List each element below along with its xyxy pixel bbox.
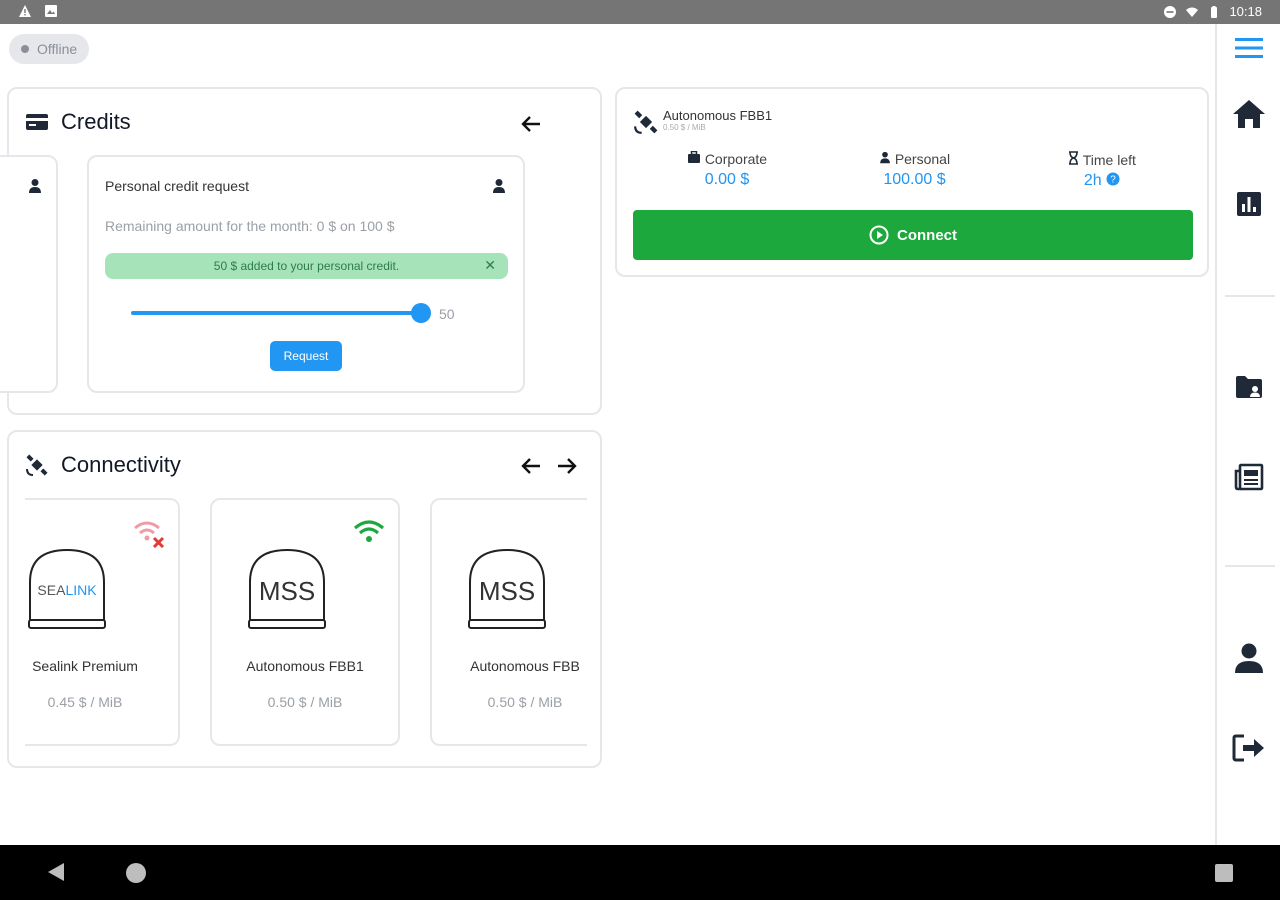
close-alert-icon[interactable]: ✕: [484, 257, 496, 274]
credit-slider-thumb[interactable]: [411, 303, 431, 323]
provider-name: Autonomous FBB1: [246, 658, 364, 674]
folder-user-icon: [1236, 376, 1262, 398]
request-card-title: Personal credit request: [105, 178, 249, 194]
battery-icon: [1211, 5, 1218, 18]
hourglass-icon: [1069, 151, 1079, 165]
logout-button[interactable]: [1231, 730, 1267, 766]
personal-credit-request-card: Personal credit request Remaining amount…: [87, 155, 525, 393]
system-nav-bar: [0, 845, 1280, 900]
slider-value: 50: [439, 306, 455, 322]
credits-header: Credits: [25, 109, 131, 135]
alert-message: 50 $ added to your personal credit.: [213, 259, 400, 273]
svg-text:?: ?: [1110, 175, 1116, 186]
sidebar-divider: [1225, 295, 1275, 297]
connectivity-card: Connectivity SEALINK Sealink Premium 0.4…: [7, 430, 602, 768]
provider-carousel: SEALINK Sealink Premium 0.45 $ / MiB MSS…: [25, 432, 587, 768]
connect-label: Connect: [897, 226, 957, 244]
provider-price: 0.45 $ / MiB: [47, 694, 123, 710]
provider-price: 0.50 $ / MiB: [487, 694, 563, 710]
help-icon[interactable]: ?: [1106, 172, 1120, 186]
status-dot: [21, 45, 29, 53]
personal-label: Personal: [894, 151, 951, 167]
home-button[interactable]: [1231, 96, 1267, 132]
newspaper-icon: [1234, 463, 1264, 491]
provider-card[interactable]: MSS Autonomous FBB 0.50 $ / MiB: [430, 498, 587, 746]
time-left-stat: Time left 2h ?: [1037, 151, 1167, 190]
news-button[interactable]: [1231, 459, 1267, 495]
briefcase-icon: [687, 150, 700, 163]
provider-card[interactable]: MSS Autonomous FBB1 0.50 $ / MiB: [210, 498, 400, 746]
warning-icon: [19, 5, 31, 17]
personal-stat: Personal 100.00 $: [852, 151, 977, 189]
menu-icon: [1235, 38, 1263, 58]
time-left-label: Time left: [1082, 152, 1136, 168]
provider-price: 0.50 $ / MiB: [267, 694, 343, 710]
time-left-value: 2h: [1083, 172, 1102, 189]
menu-button[interactable]: [1231, 30, 1267, 66]
dnd-icon: [1164, 5, 1177, 18]
credits-title: Credits: [61, 109, 131, 134]
connection-rate: 0.50 $ / MiB: [663, 123, 706, 132]
user-icon: [1235, 643, 1263, 673]
time-left-row: 2h ?: [1037, 172, 1167, 190]
mss-logo-text: MSS: [478, 576, 536, 606]
credit-slider-track[interactable]: [131, 311, 421, 315]
provider-name: Sealink Premium: [32, 658, 138, 674]
personal-value: 100.00 $: [883, 171, 946, 188]
play-circle-icon: [869, 225, 889, 245]
wifi-off-icon: [134, 521, 165, 548]
success-alert: 50 $ added to your personal credit. ✕: [105, 253, 508, 279]
credit-card-icon: [26, 114, 48, 130]
wifi-status-icon: [1186, 7, 1199, 17]
clock: 10:18: [1229, 4, 1262, 19]
documents-button[interactable]: [1231, 369, 1267, 405]
user-icon: [29, 179, 41, 193]
profile-button[interactable]: [1231, 640, 1267, 676]
connection-name: Autonomous FBB1: [663, 108, 773, 123]
connect-button[interactable]: Connect: [633, 210, 1193, 260]
remaining-amount: Remaining amount for the month: 0 $ on 1…: [105, 218, 395, 234]
home-icon: [1233, 100, 1265, 128]
credits-card: Credits Personal credit request Remainin…: [0, 87, 602, 415]
previous-credit-card[interactable]: [0, 155, 58, 393]
logout-icon: [1232, 734, 1264, 762]
sidebar-divider: [1225, 565, 1275, 567]
mss-logo-text: MSS: [258, 576, 316, 606]
corporate-value: 0.00 $: [704, 171, 750, 188]
back-icon[interactable]: [48, 863, 64, 881]
corporate-stat: Corporate 0.00 $: [667, 150, 787, 189]
sidebar: [1215, 24, 1280, 845]
wifi-connected-icon: [353, 520, 385, 542]
home-circle-icon[interactable]: [126, 863, 146, 883]
corporate-label: Corporate: [704, 151, 768, 167]
satellite-icon: [634, 110, 658, 134]
offline-badge: Offline: [9, 34, 90, 64]
user-icon: [880, 151, 890, 164]
sealink-logo-text: SEALINK: [37, 582, 97, 598]
active-connection-card: Autonomous FBB1 0.50 $ / MiB Corporate 0…: [615, 87, 1209, 277]
arrow-left-icon[interactable]: [518, 111, 544, 137]
provider-name: Autonomous FBB: [470, 658, 580, 674]
user-icon: [493, 179, 505, 193]
provider-card[interactable]: SEALINK Sealink Premium 0.45 $ / MiB: [25, 498, 180, 746]
chart-icon: [1237, 192, 1261, 216]
offline-label: Offline: [37, 41, 78, 57]
statistics-button[interactable]: [1231, 186, 1267, 222]
recent-apps-icon[interactable]: [1215, 864, 1233, 882]
status-bar: 10:18: [0, 0, 1280, 24]
image-notification-icon: [45, 5, 57, 17]
request-button[interactable]: Request: [270, 341, 342, 371]
